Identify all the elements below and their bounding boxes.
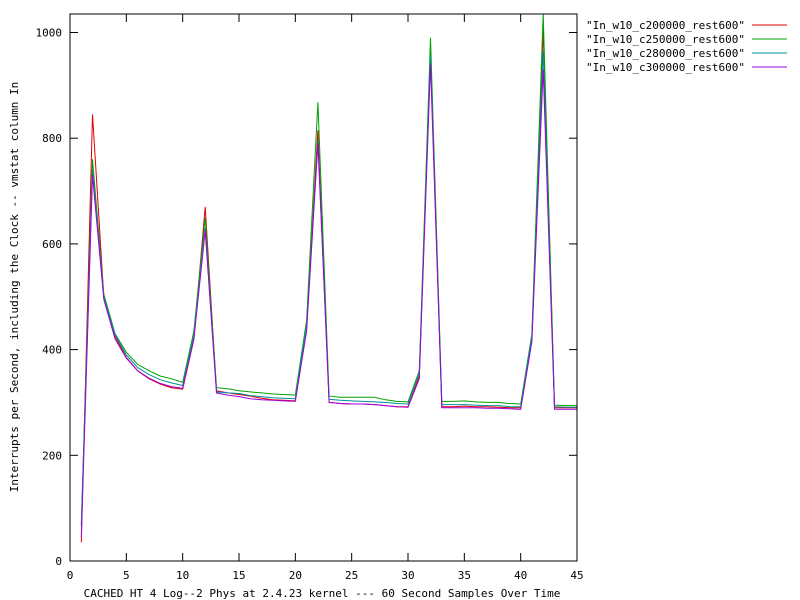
x-tick-label: 40: [514, 569, 527, 582]
series-line-1: [80, 29, 577, 543]
y-axis-title: Interrupts per Second, including the Clo…: [8, 82, 21, 493]
y-tick-label: 800: [42, 132, 62, 145]
series-line-4: [80, 64, 577, 538]
y-tick-label: 1000: [36, 26, 63, 39]
y-tick-label: 0: [55, 555, 62, 568]
x-tick-label: 20: [289, 569, 302, 582]
x-tick-label: 45: [570, 569, 583, 582]
series-line-2: [80, 13, 577, 525]
y-tick-label: 200: [42, 449, 62, 462]
series-layer: [80, 13, 577, 543]
x-tick-label: 10: [176, 569, 189, 582]
x-tick-label: 35: [458, 569, 471, 582]
ticks-layer: 0 5 10 15 20 25 30 35 40 45 0 200 400 600 800 1000: [36, 14, 584, 582]
plot-frame: [69, 13, 578, 562]
x-tick-label: 15: [232, 569, 245, 582]
y-tick-label: 400: [42, 344, 62, 357]
x-tick-label: 5: [123, 569, 130, 582]
legend-label-3: "In_w10_c280000_rest600": [586, 47, 745, 60]
x-tick-label: 25: [345, 569, 358, 582]
x-tick-label: 0: [67, 569, 74, 582]
series-line-3: [80, 50, 577, 527]
legend: "In_w10_c200000_rest600""In_w10_c250000_…: [586, 19, 787, 74]
x-tick-label: 30: [401, 569, 414, 582]
chart: 0 5 10 15 20 25 30 35 40 45 0 200 400 600 800 1000 CACH…: [8, 13, 787, 600]
x-axis-title: CACHED HT 4 Log--2 Phys at 2.4.23 kernel…: [84, 587, 561, 600]
legend-label-4: "In_w10_c300000_rest600": [586, 61, 745, 74]
legend-label-2: "In_w10_c250000_rest600": [586, 33, 745, 46]
y-tick-label: 600: [42, 238, 62, 251]
legend-label-1: "In_w10_c200000_rest600": [586, 19, 745, 32]
